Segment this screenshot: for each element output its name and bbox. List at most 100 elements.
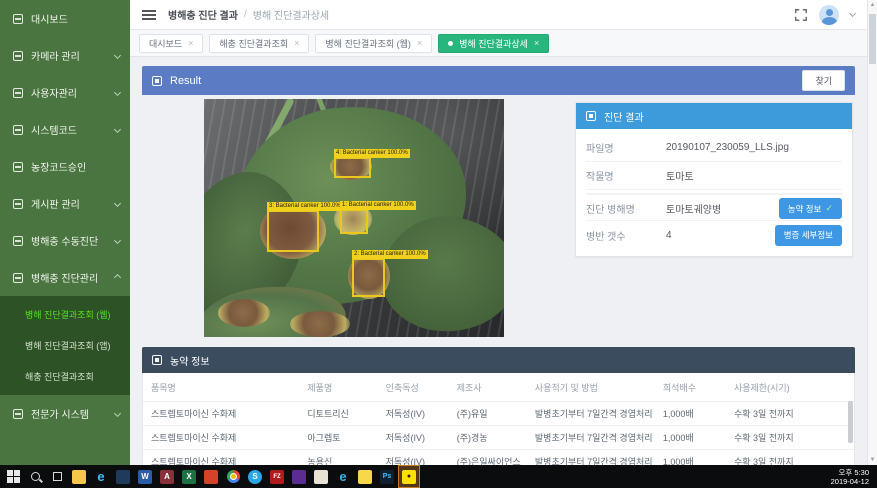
- chevron-down-icon: [114, 126, 121, 133]
- page-scrollbar[interactable]: ▲ ▼: [867, 0, 877, 465]
- table-scrollbar-thumb[interactable]: [848, 401, 853, 443]
- submenu-item-label: 해충 진단결과조회: [25, 370, 94, 383]
- start-button[interactable]: [2, 465, 24, 488]
- taskbar-app-devtool[interactable]: [288, 465, 310, 488]
- field-value: 토마토: [666, 168, 842, 183]
- app-header: 병해충 진단 결과 / 병해 진단결과상세: [130, 0, 867, 30]
- taskbar-app-filezilla[interactable]: FZ: [266, 465, 288, 488]
- pesticide-table: 품목명 제품명 인축독성 제조사 사용적기 및 방법 희석배수 사용제한(시기): [143, 373, 854, 477]
- taskbar-app-chrome[interactable]: [222, 465, 244, 488]
- search-button[interactable]: [24, 465, 46, 488]
- tab-close-icon[interactable]: ×: [534, 39, 539, 48]
- sidebar-item-board[interactable]: 게시판 관리: [0, 185, 130, 222]
- check-icon: [825, 203, 833, 214]
- tab-dashboard[interactable]: 대시보드 ×: [139, 34, 203, 53]
- pesticide-panel-title: 농약 정보: [170, 353, 210, 368]
- taskbar-app-file-explorer[interactable]: [68, 465, 90, 488]
- lesion-shape: [218, 299, 270, 327]
- sidebar-item-farm-code[interactable]: 농장코드승인: [0, 148, 130, 185]
- field-label: 병반 갯수: [586, 228, 666, 243]
- search-icon: [31, 472, 40, 481]
- scroll-up-icon[interactable]: ▲: [868, 2, 877, 8]
- taskbar-app-internet-explorer[interactable]: e: [332, 465, 354, 488]
- field-label: 진단 병해명: [586, 201, 666, 216]
- symptom-detail-button[interactable]: 병증 세부정보: [775, 225, 842, 246]
- sidebar-item-users[interactable]: 사용자관리: [0, 74, 130, 111]
- sidebar-item-camera[interactable]: 카메라 관리: [0, 37, 130, 74]
- sidebar-item-dashboard[interactable]: 대시보드: [0, 0, 130, 37]
- find-button[interactable]: 찾기: [802, 70, 845, 91]
- chevron-down-icon: [114, 200, 121, 207]
- tab-label: 병해 진단결과상세: [459, 37, 528, 50]
- taskbar-app-edge[interactable]: e: [90, 465, 112, 488]
- user-avatar[interactable]: [819, 5, 839, 25]
- cell: 스트렙토마이신 수화제: [143, 402, 299, 426]
- taskbar-app-skype[interactable]: S: [244, 465, 266, 488]
- tab-pest-result[interactable]: 해충 진단결과조회 ×: [209, 34, 309, 53]
- chevron-down-icon: [114, 52, 121, 59]
- breadcrumb-root[interactable]: 병해충 진단 결과: [168, 7, 238, 22]
- lesion-shape: [290, 311, 350, 337]
- sidebar-item-expert-system[interactable]: 전문가 시스템: [0, 395, 130, 432]
- result-panel-header: Result 찾기: [142, 66, 855, 95]
- taskbar-app-kakaotalk[interactable]: ●: [398, 465, 420, 488]
- fullscreen-icon[interactable]: [794, 8, 808, 22]
- task-view-button[interactable]: [46, 465, 68, 488]
- field-value: 20190107_230059_LLS.jpg: [666, 142, 842, 153]
- taskbar-app-mail[interactable]: [112, 465, 134, 488]
- clock-time: 오후 5:30: [831, 468, 869, 477]
- cell: 저독성(IV): [378, 402, 449, 426]
- chevron-up-icon: [114, 274, 121, 281]
- panel-icon: [152, 355, 162, 365]
- submenu-item-disease-result-app[interactable]: 병해 진단결과조회 (앱): [0, 330, 130, 361]
- detection-label: 1: Bacterial canker 100.0%: [340, 201, 416, 210]
- taskbar-app-word[interactable]: W: [134, 465, 156, 488]
- submenu-item-disease-result-web[interactable]: 병해 진단결과조회 (웹): [0, 299, 130, 330]
- tab-bar: 대시보드 × 해충 진단결과조회 × 병해 진단결과조회 (웹) × 병해 진단…: [130, 30, 867, 57]
- taskbar-app-photoshop[interactable]: Ps: [376, 465, 398, 488]
- cell: 디토트리신: [299, 402, 377, 426]
- breadcrumb-separator: /: [244, 9, 247, 20]
- taskbar-app-access[interactable]: A: [156, 465, 178, 488]
- tab-close-icon[interactable]: ×: [294, 39, 299, 48]
- scroll-down-icon[interactable]: ▼: [868, 457, 877, 463]
- column-header: 제품명: [299, 373, 377, 402]
- sidebar: 대시보드 카메라 관리 사용자관리 시스템코드 농장코드승인 게시판 관리: [0, 0, 130, 465]
- cell: (주)경농: [449, 426, 527, 450]
- board-icon: [13, 199, 23, 209]
- taskbar-app-excel[interactable]: X: [178, 465, 200, 488]
- pesticide-info-button[interactable]: 농약 정보: [779, 198, 842, 219]
- detection-label: 3: Bacterial canker 100.0%: [267, 202, 343, 211]
- breadcrumb: 병해충 진단 결과 / 병해 진단결과상세: [168, 7, 329, 22]
- taskbar-app-bird[interactable]: [310, 465, 332, 488]
- cell: 저독성(IV): [378, 426, 449, 450]
- sidebar-item-label: 병해충 진단관리: [31, 270, 98, 285]
- word-icon: W: [138, 470, 152, 484]
- taskbar-clock[interactable]: 오후 5:30 2019-04-12: [831, 468, 877, 486]
- column-header: 제조사: [449, 373, 527, 402]
- table-row[interactable]: 스트렙토마이신 수화제 아그렙토 저독성(IV) (주)경농 발병초기부터 7일…: [143, 426, 854, 450]
- taskbar-app-sticky-notes[interactable]: [354, 465, 376, 488]
- sidebar-submenu: 병해 진단결과조회 (웹) 병해 진단결과조회 (앱) 해충 진단결과조회: [0, 296, 130, 395]
- taskbar-app-pdf[interactable]: [200, 465, 222, 488]
- column-header: 인축독성: [378, 373, 449, 402]
- tab-label: 대시보드: [149, 37, 182, 50]
- users-icon: [13, 88, 23, 98]
- submenu-item-label: 병해 진단결과조회 (앱): [25, 339, 111, 352]
- menu-toggle-icon[interactable]: [142, 10, 156, 20]
- diagnosis-card-header: 진단 결과: [576, 103, 852, 129]
- tab-disease-result-detail[interactable]: 병해 진단결과상세 ×: [438, 34, 549, 53]
- tab-close-icon[interactable]: ×: [188, 39, 193, 48]
- tab-label: 병해 진단결과조회 (웹): [325, 37, 411, 50]
- user-menu-caret-icon[interactable]: [849, 9, 856, 16]
- cell: 스트렙토마이신 수화제: [143, 426, 299, 450]
- chevron-down-icon: [114, 237, 121, 244]
- submenu-item-pest-result[interactable]: 해충 진단결과조회: [0, 361, 130, 392]
- sidebar-item-system-code[interactable]: 시스템코드: [0, 111, 130, 148]
- sidebar-item-diagnosis-mgmt[interactable]: 병해충 진단관리: [0, 259, 130, 296]
- table-row[interactable]: 스트렙토마이신 수화제 디토트리신 저독성(IV) (주)유일 발병초기부터 7…: [143, 402, 854, 426]
- tab-close-icon[interactable]: ×: [417, 39, 422, 48]
- scrollbar-thumb[interactable]: [869, 14, 876, 64]
- sidebar-item-manual-diagnosis[interactable]: 병해충 수동진단: [0, 222, 130, 259]
- tab-disease-result-web[interactable]: 병해 진단결과조회 (웹) ×: [315, 34, 432, 53]
